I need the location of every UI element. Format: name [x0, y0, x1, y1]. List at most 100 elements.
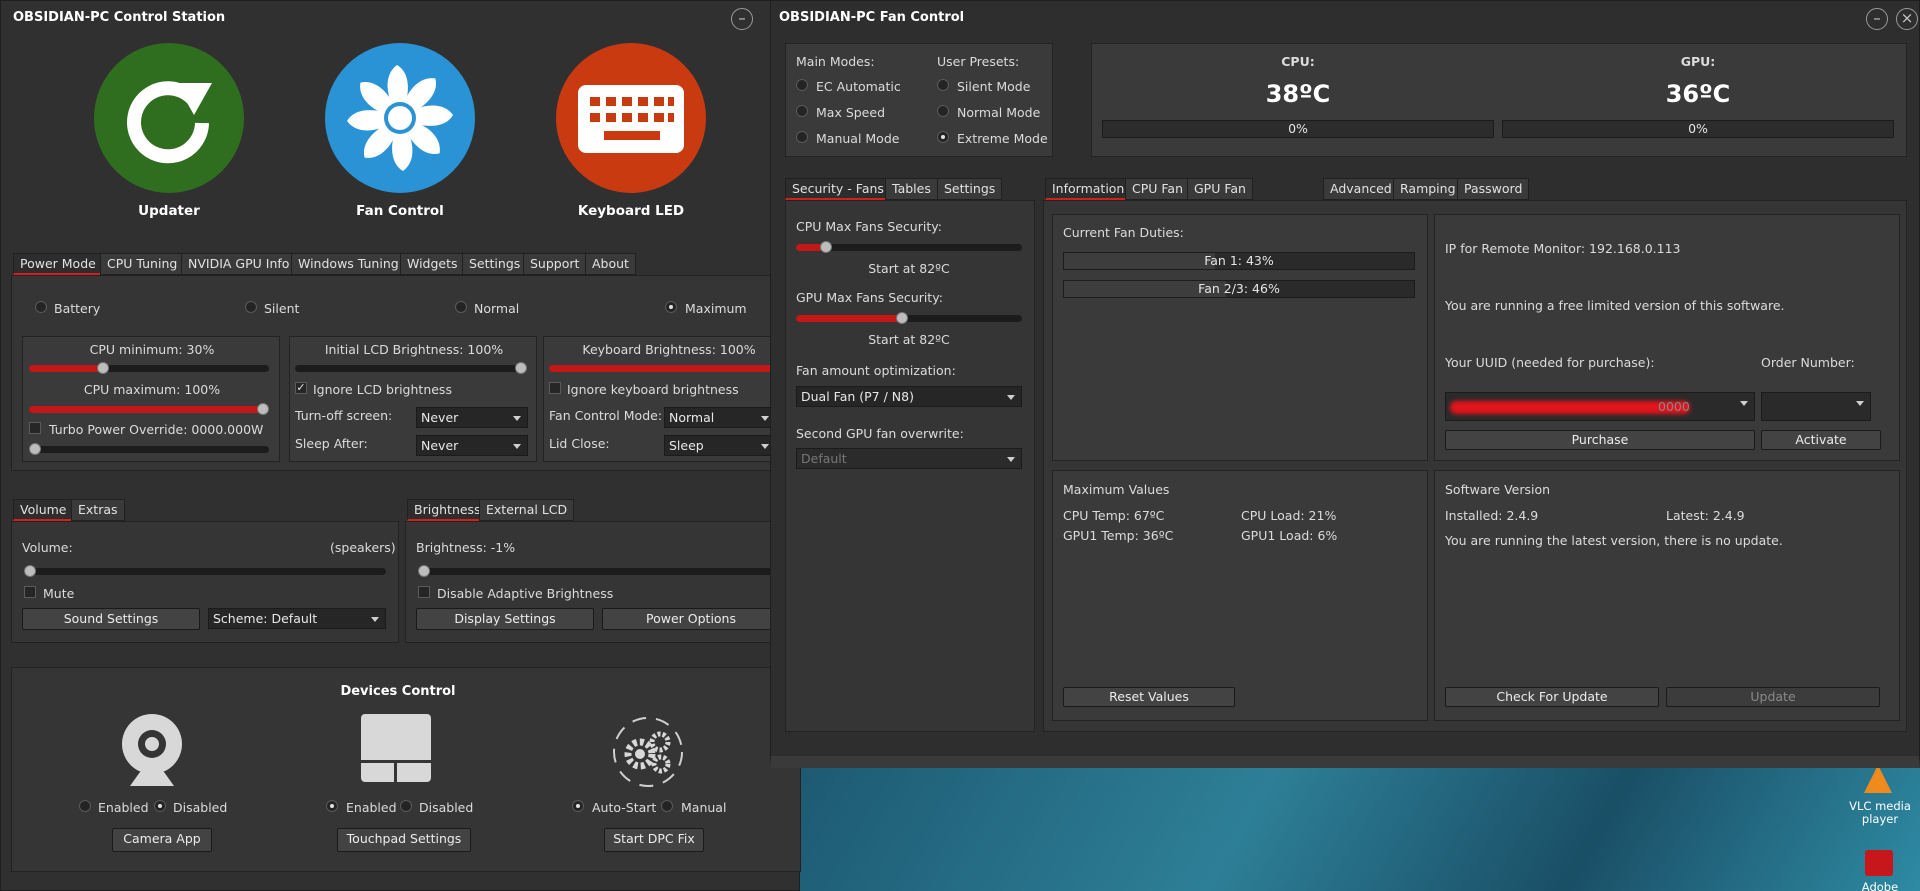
order-number-field[interactable]	[1761, 392, 1871, 421]
uuid-field[interactable]: 0000	[1445, 392, 1755, 421]
ignore-keyboard-label: Ignore keyboard brightness	[567, 382, 739, 397]
tab-advanced[interactable]: Advanced	[1323, 178, 1399, 200]
desktop-wallpaper	[800, 768, 1920, 891]
tab-cpu-fan[interactable]: CPU Fan	[1125, 178, 1191, 200]
power-options-button[interactable]: Power Options	[602, 608, 780, 630]
max-gpu-temp: GPU1 Temp: 36ºC	[1063, 528, 1174, 543]
manual-mode-radio[interactable]	[796, 131, 808, 143]
volume-device-label: (speakers)	[330, 540, 396, 555]
touchpad-enabled-radio[interactable]	[326, 800, 338, 812]
tab-fan-settings[interactable]: Settings	[937, 178, 1003, 200]
tab-tables[interactable]: Tables	[885, 178, 938, 200]
tab-security-fans[interactable]: Security - Fans	[785, 178, 891, 200]
silent-mode-radio[interactable]	[937, 79, 949, 91]
ec-automatic-label: EC Automatic	[816, 79, 901, 94]
volume-slider[interactable]	[24, 565, 386, 577]
camera-app-button[interactable]: Camera App	[112, 828, 212, 852]
tab-extras[interactable]: Extras	[71, 499, 125, 521]
adobe-desktop-icon[interactable]: Adobe	[1840, 850, 1920, 891]
extreme-mode-radio[interactable]	[937, 131, 949, 143]
touchpad-enabled-label: Enabled	[346, 800, 397, 815]
brightness-slider[interactable]	[418, 565, 790, 577]
minimize-button[interactable]: –	[731, 8, 753, 30]
turbo-power-slider[interactable]	[29, 443, 269, 455]
ignore-keyboard-checkbox[interactable]	[549, 382, 561, 394]
refresh-icon	[127, 81, 212, 164]
sleep-after-select[interactable]: Never	[416, 435, 528, 456]
battery-radio[interactable]	[35, 301, 47, 313]
ignore-lcd-checkbox[interactable]: ✓	[295, 382, 307, 394]
fan-close-button[interactable]: ×	[1896, 8, 1918, 30]
touchpad-settings-button[interactable]: Touchpad Settings	[337, 828, 471, 852]
tab-windows-tuning[interactable]: Windows Tuning	[291, 253, 406, 275]
tab-brightness[interactable]: Brightness	[407, 499, 488, 521]
cpu-maximum-label: CPU maximum: 100%	[83, 382, 221, 397]
cpu-maximum-slider[interactable]	[29, 403, 269, 415]
gpu-max-fans-slider[interactable]	[796, 312, 1022, 324]
tab-widgets[interactable]: Widgets	[400, 253, 465, 275]
keyboard-led-button[interactable]	[556, 43, 706, 193]
tab-power-mode[interactable]: Power Mode	[13, 253, 103, 275]
tab-support[interactable]: Support	[523, 253, 587, 275]
camera-disabled-radio[interactable]	[154, 800, 166, 812]
lid-close-select[interactable]: Sleep	[664, 435, 776, 456]
vlc-desktop-icon[interactable]: VLC media player	[1840, 765, 1920, 826]
silent-radio[interactable]	[245, 301, 257, 313]
mute-label: Mute	[43, 586, 75, 601]
start-dpc-fix-button[interactable]: Start DPC Fix	[604, 828, 704, 852]
lcd-brightness-slider[interactable]	[295, 362, 527, 374]
max-speed-radio[interactable]	[796, 105, 808, 117]
tab-external-lcd[interactable]: External LCD	[479, 499, 575, 521]
fan-minimize-button[interactable]: –	[1866, 8, 1888, 30]
fan-duties-title: Current Fan Duties:	[1063, 225, 1184, 240]
tab-password[interactable]: Password	[1457, 178, 1530, 200]
second-gpu-fan-select[interactable]: Default	[796, 448, 1022, 469]
fan2-duty-label: Fan 2/3: 46%	[1198, 281, 1280, 296]
main-modes-label: Main Modes:	[796, 54, 875, 69]
dpc-autostart-label: Auto-Start	[592, 800, 657, 815]
tab-volume[interactable]: Volume	[13, 499, 74, 521]
update-button[interactable]: Update	[1666, 687, 1880, 707]
purchase-button[interactable]: Purchase	[1445, 430, 1755, 450]
fan-amount-select[interactable]: Dual Fan (P7 / N8)	[796, 386, 1022, 407]
adaptive-brightness-checkbox[interactable]	[418, 586, 430, 598]
tab-cpu-tuning[interactable]: CPU Tuning	[100, 253, 185, 275]
cpu-minimum-slider[interactable]	[29, 362, 269, 374]
mute-checkbox[interactable]	[24, 586, 36, 598]
fan-control-mode-select[interactable]: Normal	[664, 407, 776, 428]
keyboard-brightness-slider[interactable]	[549, 362, 789, 374]
display-settings-button[interactable]: Display Settings	[416, 608, 594, 630]
tab-gpu-fan[interactable]: GPU Fan	[1187, 178, 1253, 200]
cpu-load-bar: 0%	[1102, 120, 1494, 138]
gpu-start-label: Start at 82ºC	[868, 332, 950, 347]
fan-control-label: Fan Control	[356, 203, 444, 219]
turnoff-screen-select[interactable]: Never	[416, 407, 528, 428]
webcam-icon	[122, 714, 182, 786]
tab-nvidia-gpu-info[interactable]: NVIDIA GPU Info	[181, 253, 297, 275]
extreme-mode-label: Extreme Mode	[957, 131, 1048, 146]
manual-mode-label: Manual Mode	[816, 131, 900, 146]
tab-information[interactable]: Information	[1045, 178, 1132, 200]
tab-about[interactable]: About	[585, 253, 636, 275]
updater-button[interactable]	[94, 43, 244, 193]
turbo-override-checkbox[interactable]	[29, 422, 41, 434]
cpu-max-fans-slider[interactable]	[796, 241, 1022, 253]
fan-control-button[interactable]	[325, 43, 475, 193]
dpc-manual-radio[interactable]	[661, 800, 673, 812]
maximum-radio[interactable]	[665, 301, 677, 313]
tab-ramping[interactable]: Ramping	[1393, 178, 1463, 200]
dpc-autostart-radio[interactable]	[572, 800, 584, 812]
reset-values-button[interactable]: Reset Values	[1063, 687, 1235, 707]
camera-enabled-radio[interactable]	[79, 800, 91, 812]
adaptive-brightness-label: Disable Adaptive Brightness	[437, 586, 614, 601]
normal-mode-radio[interactable]	[937, 105, 949, 117]
activate-button[interactable]: Activate	[1761, 430, 1881, 450]
check-update-button[interactable]: Check For Update	[1445, 687, 1659, 707]
ec-automatic-radio[interactable]	[796, 79, 808, 91]
tab-settings[interactable]: Settings	[462, 253, 528, 275]
touchpad-disabled-radio[interactable]	[400, 800, 412, 812]
control-station-window: OBSIDIAN-PC Control Station – Updater Fa…	[0, 0, 801, 891]
sound-settings-button[interactable]: Sound Settings	[22, 608, 200, 630]
normal-radio[interactable]	[455, 301, 467, 313]
scheme-select[interactable]: Scheme: Default	[208, 608, 386, 629]
